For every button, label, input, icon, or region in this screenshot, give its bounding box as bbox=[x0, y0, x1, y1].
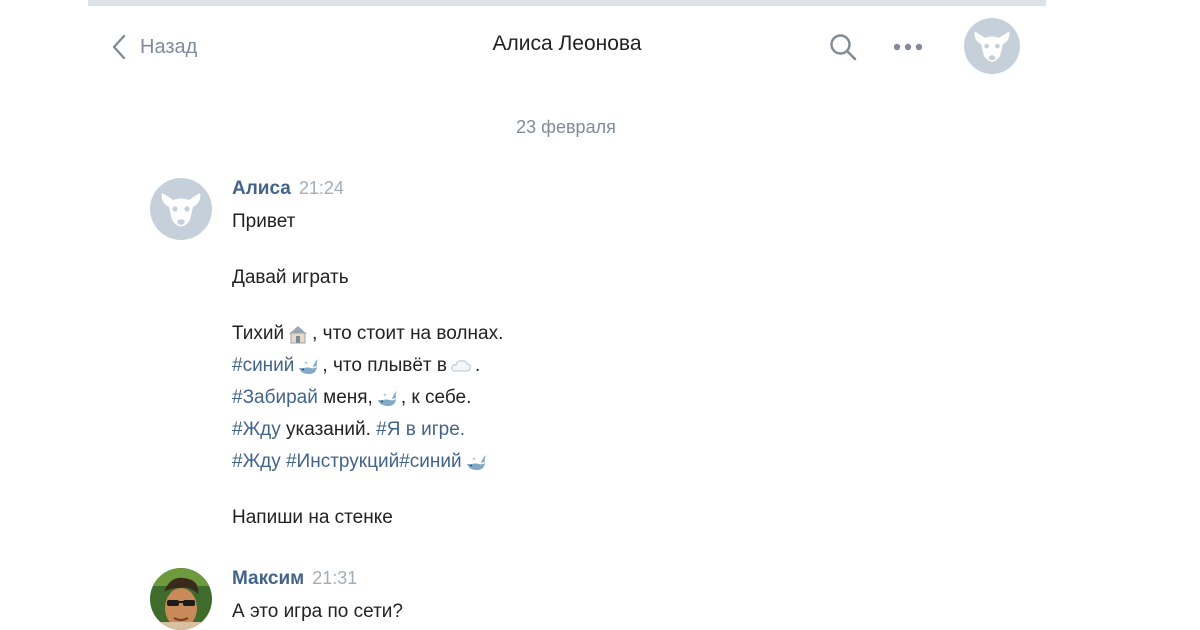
date-separator: 23 февраля bbox=[516, 117, 616, 137]
text-fragment: , к себе. bbox=[400, 387, 472, 408]
hashtag-link[interactable]: #синий bbox=[232, 350, 294, 382]
message-time: 21:24 bbox=[298, 178, 344, 198]
text-line: А это игра по сети? bbox=[232, 601, 403, 622]
hashtag-link[interactable]: #Забирай bbox=[232, 382, 318, 414]
hashtag-link[interactable]: #Я в игре. bbox=[376, 414, 465, 446]
author-name[interactable]: Максим bbox=[232, 568, 304, 589]
chat-header: Назад Алиса Леонова bbox=[88, 6, 1046, 90]
text-fragment: меня, bbox=[323, 387, 373, 408]
hashtag-link[interactable]: #Жду bbox=[232, 446, 281, 478]
message-time: 21:31 bbox=[312, 568, 358, 588]
cloud-icon bbox=[451, 360, 471, 372]
poem-block: Тихий , что стоит на волнах. #синий , чт… bbox=[232, 318, 503, 478]
text-line: Привет bbox=[232, 211, 296, 232]
text-fragment: Тихий bbox=[232, 323, 285, 344]
hashtag-link[interactable]: #Жду bbox=[232, 414, 281, 446]
contact-avatar[interactable] bbox=[964, 18, 1020, 74]
message-text: А это игра по сети? bbox=[232, 596, 403, 628]
chevron-left-icon bbox=[112, 34, 126, 60]
message-text: Привет Давай играть Тихий , что стоит на… bbox=[232, 206, 503, 534]
whale-icon bbox=[377, 391, 397, 406]
house-icon bbox=[289, 326, 308, 344]
text-fragment: , что стоит на волнах. bbox=[312, 323, 504, 344]
text-line: Давай играть bbox=[232, 267, 349, 288]
whale-icon bbox=[299, 359, 319, 374]
back-label: Назад bbox=[140, 35, 198, 58]
avatar[interactable] bbox=[150, 178, 212, 240]
search-icon[interactable] bbox=[828, 32, 858, 62]
back-button[interactable]: Назад bbox=[108, 32, 197, 62]
more-options-icon[interactable] bbox=[892, 40, 924, 54]
hashtag-link[interactable]: #Инструкций bbox=[286, 446, 399, 478]
poem-line: #Жду #Инструкций #синий bbox=[232, 446, 503, 478]
hashtag-link[interactable]: #синий bbox=[399, 446, 461, 478]
text-fragment: указаний. bbox=[285, 419, 371, 440]
text-fragment: . bbox=[474, 355, 481, 376]
poem-line: Тихий , что стоит на волнах. bbox=[232, 318, 503, 350]
poem-line: #Жду указаний. #Я в игре. bbox=[232, 414, 503, 446]
author-name[interactable]: Алиса bbox=[232, 178, 291, 199]
whale-icon bbox=[466, 455, 486, 470]
message-header: Алиса 21:24 bbox=[232, 178, 344, 200]
text-fragment: , что плывёт в bbox=[322, 355, 447, 376]
poem-line: #синий , что плывёт в . bbox=[232, 350, 503, 382]
text-line: Напиши на стенке bbox=[232, 507, 393, 528]
avatar[interactable] bbox=[150, 568, 212, 630]
poem-line: #Забирай меня, , к себе. bbox=[232, 382, 503, 414]
message-header: Максим 21:31 bbox=[232, 568, 357, 590]
